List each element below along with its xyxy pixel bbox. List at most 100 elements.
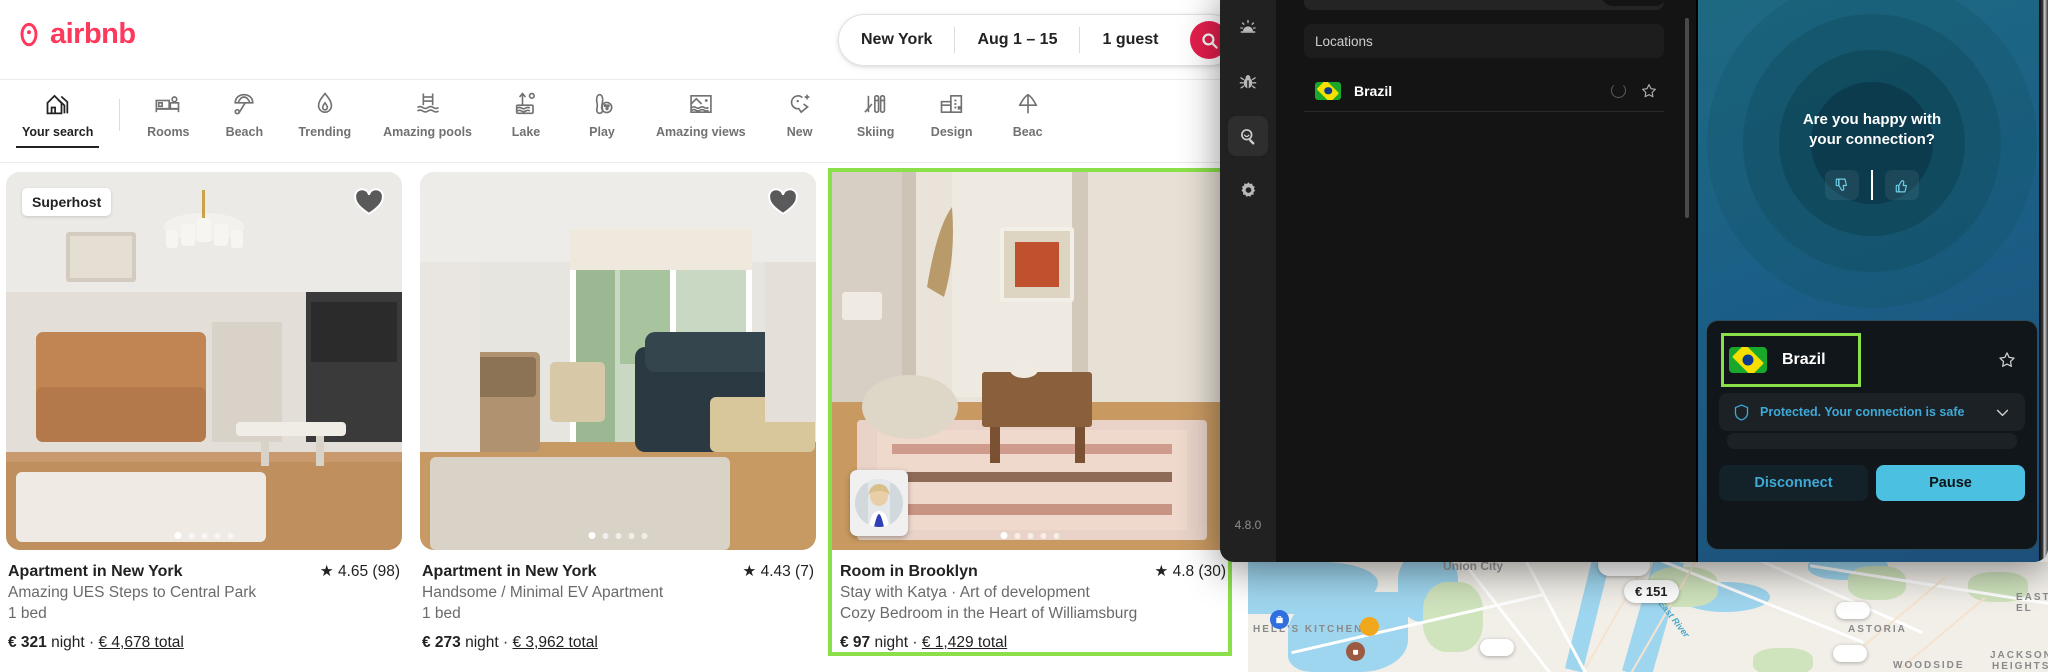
carousel-dot[interactable] xyxy=(201,532,208,539)
map-poi-shop[interactable] xyxy=(1270,610,1289,629)
listing-card[interactable]: Superhost Apartment in New York ★ 4.65 (… xyxy=(6,172,402,652)
category-beach-2[interactable]: Beac xyxy=(990,81,1066,139)
vpn-sidebar: 4.8.0 xyxy=(1220,0,1276,562)
flame-icon xyxy=(317,92,332,113)
category-your-search[interactable]: Your search xyxy=(6,81,109,148)
listing-card-selected[interactable]: Room in Brooklyn ★ 4.8 (30) Stay with Ka… xyxy=(828,168,1232,656)
category-label: Trending xyxy=(298,125,352,139)
star-outline-icon[interactable] xyxy=(1640,82,1658,100)
carousel-dot[interactable] xyxy=(1014,532,1021,539)
selected-country-row[interactable]: Brazil xyxy=(1719,333,2025,387)
category-lake[interactable]: Lake xyxy=(488,81,564,139)
carousel-dot[interactable] xyxy=(641,532,648,539)
category-beach[interactable]: Beach xyxy=(206,81,282,139)
vpn-location-row-brazil[interactable]: Brazil xyxy=(1304,70,1664,112)
star-outline-icon[interactable] xyxy=(1997,350,2017,370)
price-total[interactable]: € 1,429 total xyxy=(922,634,1007,651)
listing-rating: ★ 4.43 (7) xyxy=(742,563,814,580)
map-marker[interactable] xyxy=(1598,562,1650,576)
image-carousel-dots[interactable] xyxy=(174,532,234,539)
carousel-dot[interactable] xyxy=(588,532,596,539)
category-skiing[interactable]: Skiing xyxy=(838,81,914,139)
listing-card[interactable]: Apartment in New York ★ 4.43 (7) Handsom… xyxy=(420,172,816,652)
listing-title-row: Apartment in New York ★ 4.65 (98) xyxy=(8,562,400,581)
category-play[interactable]: Play xyxy=(564,81,640,139)
vpn-connection-panel: Are you happy with your connection? Braz… xyxy=(1696,0,2048,562)
gear-icon xyxy=(1240,181,1255,197)
listing-image[interactable] xyxy=(832,172,1228,550)
carousel-dot[interactable] xyxy=(1027,532,1034,539)
listing-subtitle: Stay with Katya · Art of development xyxy=(840,584,1090,601)
map-marker[interactable] xyxy=(1836,602,1870,619)
airbnb-logo[interactable]: airbnb xyxy=(14,18,136,51)
carousel-dot[interactable] xyxy=(188,532,195,539)
question-line-2: your connection? xyxy=(1809,131,1935,149)
carousel-dot[interactable] xyxy=(615,532,622,539)
category-design[interactable]: Design xyxy=(914,81,990,139)
search-guests[interactable]: 1 guest xyxy=(1080,14,1180,66)
sidebar-item-search[interactable] xyxy=(1228,116,1268,156)
map-poi-cafe[interactable] xyxy=(1346,642,1365,661)
map-panel[interactable]: East River HELL'S KITCHEN ASTORIA WOODSI… xyxy=(1248,562,2048,672)
vpn-location-name: Brazil xyxy=(1354,82,1393,99)
ip-address-row[interactable] xyxy=(1727,433,2017,449)
map-label: WOODSIDE xyxy=(1893,660,1965,671)
image-carousel-dots[interactable] xyxy=(1000,532,1060,539)
sidebar-item-bug[interactable] xyxy=(1228,62,1268,102)
category-new[interactable]: New xyxy=(762,81,838,139)
search-location[interactable]: New York xyxy=(839,14,954,66)
thumbs-down-button[interactable] xyxy=(1825,170,1859,200)
listing-image[interactable] xyxy=(420,172,816,550)
carousel-dot[interactable] xyxy=(227,532,234,539)
sidebar-item-settings[interactable] xyxy=(1228,170,1268,210)
pause-button[interactable]: Pause xyxy=(1876,465,2025,501)
listing-info: Room in Brooklyn ★ 4.8 (30) Stay with Ka… xyxy=(832,550,1228,652)
chevron-down-icon[interactable] xyxy=(1994,404,2011,421)
listing-beds: 1 bed xyxy=(422,605,461,622)
favorite-button[interactable] xyxy=(354,188,384,221)
sidebar-item-alerts[interactable] xyxy=(1228,8,1268,48)
vpn-app-window[interactable]: 4.8.0 Locations Brazil Are you happy wit… xyxy=(1220,0,2048,562)
map-price-marker[interactable]: € 151 xyxy=(1624,580,1679,603)
listing-image[interactable]: Superhost xyxy=(6,172,402,550)
category-label: Play xyxy=(589,125,615,139)
map-water xyxy=(1564,562,1610,672)
category-rooms[interactable]: Rooms xyxy=(130,81,206,139)
vpn-locations-panel: Locations Brazil xyxy=(1276,0,1696,562)
loading-spinner-icon xyxy=(1611,83,1626,98)
map-poi-food[interactable] xyxy=(1360,617,1379,636)
umbrella-icon xyxy=(234,93,254,115)
carousel-dot[interactable] xyxy=(1000,532,1008,539)
pool-icon xyxy=(416,93,439,113)
carousel-dot[interactable] xyxy=(174,532,182,539)
cup-icon xyxy=(1352,649,1358,655)
carousel-dot[interactable] xyxy=(1053,532,1060,539)
price-total[interactable]: € 4,678 total xyxy=(99,634,184,651)
carousel-dot[interactable] xyxy=(602,532,609,539)
connection-status-bar[interactable]: Protected. Your connection is safe xyxy=(1719,393,2025,431)
category-amazing-pools[interactable]: Amazing pools xyxy=(367,81,488,139)
image-carousel-dots[interactable] xyxy=(588,532,648,539)
price-total[interactable]: € 3,962 total xyxy=(513,634,598,651)
carousel-dot[interactable] xyxy=(1040,532,1047,539)
map-marker[interactable] xyxy=(1480,639,1514,656)
question-line-1: Are you happy with xyxy=(1802,111,1942,128)
carousel-dot[interactable] xyxy=(214,532,221,539)
favorite-button[interactable] xyxy=(768,188,798,221)
carousel-dot[interactable] xyxy=(628,532,635,539)
listing-beds: 1 bed xyxy=(8,605,47,622)
listing-rating: ★ 4.8 (30) xyxy=(1154,563,1226,580)
disconnect-button[interactable]: Disconnect xyxy=(1719,465,1868,501)
category-trending[interactable]: Trending xyxy=(282,81,367,139)
map-marker[interactable] xyxy=(1833,645,1867,662)
host-avatar[interactable] xyxy=(850,470,908,536)
vpn-list-scrollbar[interactable] xyxy=(1685,18,1689,218)
category-amazing-views[interactable]: Amazing views xyxy=(640,81,762,139)
listing-info: Apartment in New York ★ 4.65 (98) Amazin… xyxy=(6,550,402,652)
search-bar[interactable]: New York Aug 1 – 15 1 guest xyxy=(838,14,1238,66)
listing-photo xyxy=(420,172,816,550)
thumbs-up-button[interactable] xyxy=(1885,170,1919,200)
connection-feedback-question: Are you happy with your connection? xyxy=(1696,110,2048,151)
house-icon xyxy=(46,94,68,115)
search-dates[interactable]: Aug 1 – 15 xyxy=(955,14,1079,66)
